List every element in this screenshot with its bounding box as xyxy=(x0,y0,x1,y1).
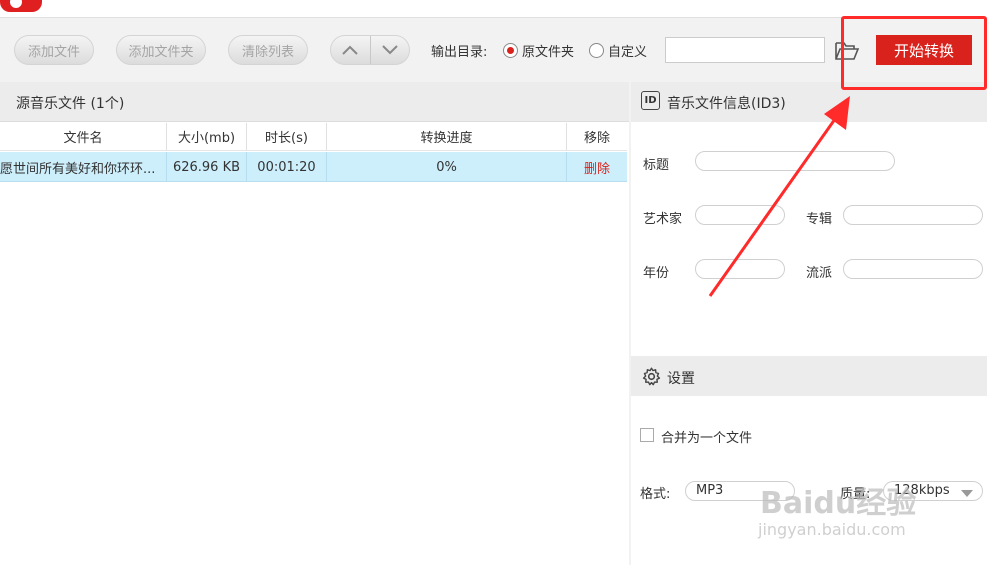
year-label: 年份 xyxy=(643,266,670,281)
output-path-input[interactable] xyxy=(665,37,825,63)
format-label: 格式: xyxy=(640,487,671,502)
id3-icon: ID xyxy=(641,91,660,110)
column-header-duration: 时长(s) xyxy=(247,123,327,151)
gear-icon xyxy=(641,366,662,391)
row-filename: 愿世间所有美好和你环环... xyxy=(0,152,167,182)
title-label: 标题 xyxy=(643,158,670,173)
chevron-down-icon xyxy=(382,45,398,55)
baidu-watermark: Baidu经验 xyxy=(760,486,917,521)
title-bar xyxy=(0,0,987,18)
radio-original-folder-label: 原文件夹 xyxy=(522,45,575,60)
merge-checkbox[interactable] xyxy=(640,428,654,442)
row-size: 626.96 KB xyxy=(167,152,247,182)
artist-label: 艺术家 xyxy=(643,212,683,227)
move-up-button[interactable] xyxy=(331,36,371,64)
add-folder-button[interactable]: 添加文件夹 xyxy=(116,35,206,65)
genre-field[interactable] xyxy=(843,259,983,279)
output-dir-label: 输出目录: xyxy=(431,45,488,60)
baidu-watermark-url: jingyan.baidu.com xyxy=(758,520,906,539)
quality-dropdown-icon[interactable] xyxy=(961,487,973,502)
annotation-highlight-box xyxy=(841,16,987,90)
column-header-progress: 转换进度 xyxy=(327,123,567,151)
merge-label: 合并为一个文件 xyxy=(661,431,753,446)
radio-original-folder[interactable] xyxy=(503,43,518,58)
chevron-up-icon xyxy=(342,45,358,55)
clear-list-button[interactable]: 清除列表 xyxy=(228,35,308,65)
add-file-button[interactable]: 添加文件 xyxy=(14,35,94,65)
column-header-remove: 移除 xyxy=(567,123,627,151)
annotation-arrow-icon xyxy=(708,96,850,297)
column-header-size: 大小(mb) xyxy=(167,123,247,151)
row-delete-link[interactable]: 删除 xyxy=(567,152,627,182)
row-progress: 0% xyxy=(327,152,567,182)
row-duration: 00:01:20 xyxy=(247,152,327,182)
move-down-button[interactable] xyxy=(371,36,410,64)
radio-custom-folder[interactable] xyxy=(589,43,604,58)
column-header-filename: 文件名 xyxy=(0,123,167,151)
file-list-title: 源音乐文件 (1个) xyxy=(16,96,125,112)
album-field[interactable] xyxy=(843,205,983,225)
radio-custom-folder-label: 自定义 xyxy=(608,45,648,60)
settings-section-title: 设置 xyxy=(667,371,695,387)
move-buttons xyxy=(330,35,410,65)
app-logo-icon xyxy=(0,0,42,12)
